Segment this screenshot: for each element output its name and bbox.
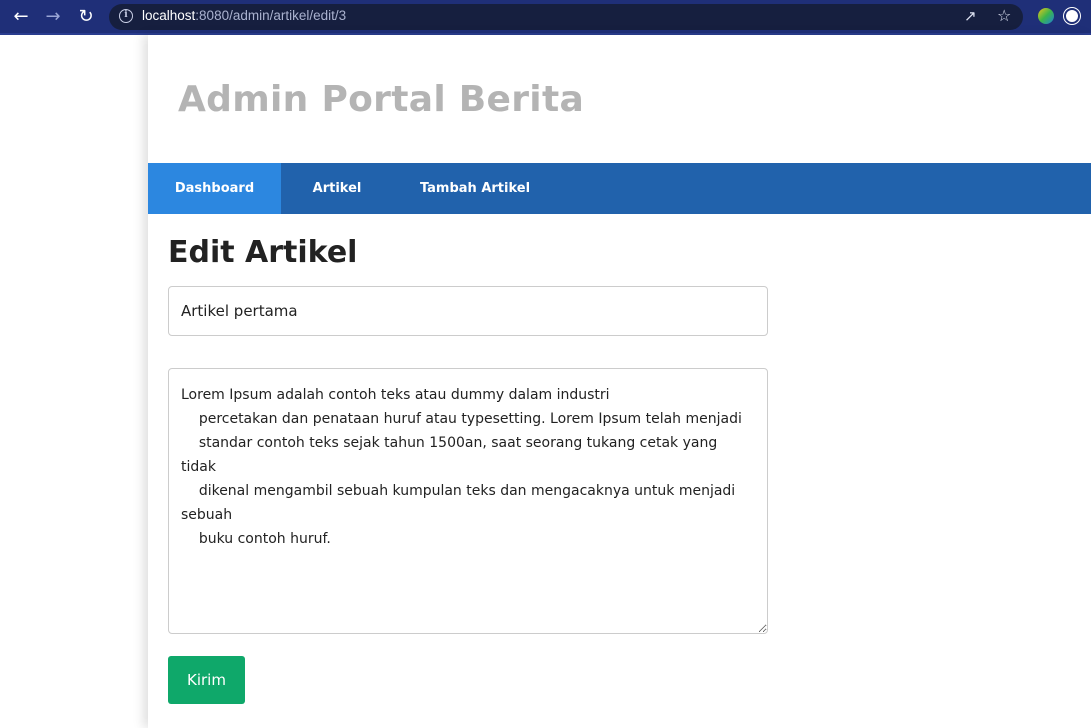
content-textarea[interactable]: Lorem Ipsum adalah contoh teks atau dumm… <box>168 368 768 634</box>
url-text[interactable]: localhost:8080/admin/artikel/edit/3 <box>142 8 346 23</box>
star-icon[interactable]: ☆ <box>997 6 1011 25</box>
extension-icon[interactable] <box>1038 8 1054 24</box>
url-host: localhost <box>142 8 196 23</box>
submit-button[interactable]: Kirim <box>168 656 245 704</box>
profile-icon[interactable] <box>1064 8 1080 24</box>
forward-arrow-icon[interactable]: → <box>42 6 64 28</box>
address-bar[interactable]: i localhost:8080/admin/artikel/edit/3 ↗ … <box>109 4 1023 30</box>
page-title: Edit Artikel <box>168 235 358 270</box>
page-container: Admin Portal Berita Dashboard Artikel Ta… <box>148 35 1091 728</box>
site-title: Admin Portal Berita <box>178 79 585 120</box>
info-icon[interactable]: i <box>119 9 133 23</box>
share-icon[interactable]: ↗ <box>964 7 977 25</box>
nav-item-tambah-artikel[interactable]: Tambah Artikel <box>393 163 557 214</box>
title-input[interactable] <box>168 286 768 336</box>
top-navigation: Dashboard Artikel Tambah Artikel <box>148 163 1091 214</box>
reload-icon[interactable]: ↻ <box>75 6 97 28</box>
url-path: :8080/admin/artikel/edit/3 <box>195 8 347 23</box>
back-arrow-icon[interactable]: ← <box>10 6 32 28</box>
nav-item-artikel[interactable]: Artikel <box>281 163 393 214</box>
nav-item-dashboard[interactable]: Dashboard <box>148 163 281 214</box>
browser-toolbar: ← → ↻ i localhost:8080/admin/artikel/edi… <box>0 0 1091 35</box>
